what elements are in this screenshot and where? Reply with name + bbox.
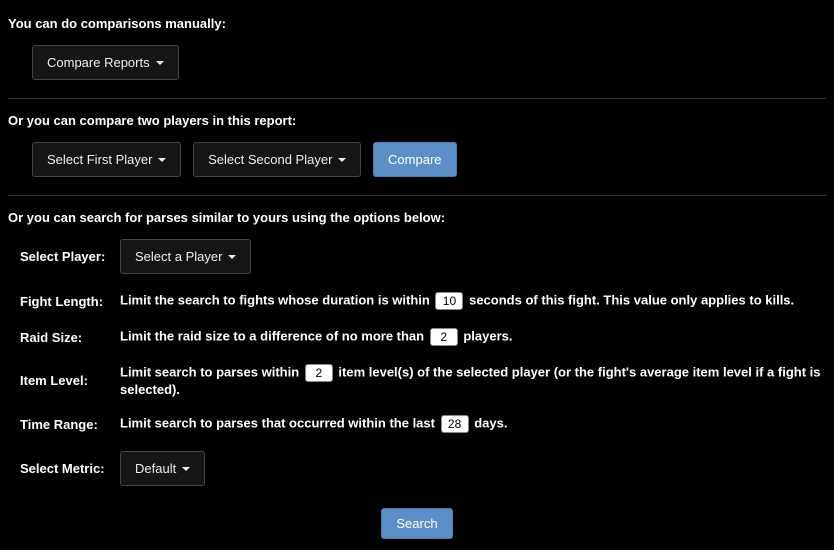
compare-players-heading: Or you can compare two players in this r… bbox=[8, 113, 826, 128]
caret-down-icon bbox=[158, 158, 166, 162]
fight-length-label: Fight Length: bbox=[20, 294, 120, 309]
fight-length-post-text: seconds of this fight. This value only a… bbox=[469, 292, 794, 307]
compare-button-label: Compare bbox=[388, 152, 441, 167]
time-range-post-text: days. bbox=[474, 415, 507, 430]
divider bbox=[8, 98, 826, 99]
select-player-button-label: Select a Player bbox=[135, 249, 222, 264]
caret-down-icon bbox=[338, 158, 346, 162]
item-level-label: Item Level: bbox=[20, 373, 120, 388]
select-metric-dropdown[interactable]: Default bbox=[120, 451, 205, 486]
raid-size-pre-text: Limit the raid size to a difference of n… bbox=[120, 328, 428, 343]
select-second-player-dropdown[interactable]: Select Second Player bbox=[193, 142, 361, 177]
fight-length-pre-text: Limit the search to fights whose duratio… bbox=[120, 292, 433, 307]
select-player-label: Select Player: bbox=[20, 249, 120, 264]
compare-reports-label: Compare Reports bbox=[47, 55, 150, 70]
divider bbox=[8, 195, 826, 196]
manual-compare-heading: You can do comparisons manually: bbox=[8, 16, 826, 31]
search-parses-heading: Or you can search for parses similar to … bbox=[8, 210, 826, 225]
caret-down-icon bbox=[156, 61, 164, 65]
compare-button[interactable]: Compare bbox=[373, 142, 456, 177]
time-range-pre-text: Limit search to parses that occurred wit… bbox=[120, 415, 439, 430]
second-player-label: Select Second Player bbox=[208, 152, 332, 167]
compare-reports-dropdown[interactable]: Compare Reports bbox=[32, 45, 179, 80]
time-range-input[interactable] bbox=[441, 415, 469, 433]
search-button-label: Search bbox=[396, 516, 437, 531]
select-metric-label: Select Metric: bbox=[20, 461, 120, 476]
select-player-dropdown[interactable]: Select a Player bbox=[120, 239, 251, 274]
time-range-label: Time Range: bbox=[20, 417, 120, 432]
raid-size-post-text: players. bbox=[463, 328, 512, 343]
select-first-player-dropdown[interactable]: Select First Player bbox=[32, 142, 181, 177]
raid-size-label: Raid Size: bbox=[20, 330, 120, 345]
select-metric-button-label: Default bbox=[135, 461, 176, 476]
raid-size-input[interactable] bbox=[430, 328, 458, 346]
fight-length-input[interactable] bbox=[435, 292, 463, 310]
first-player-label: Select First Player bbox=[47, 152, 152, 167]
item-level-pre-text: Limit search to parses within bbox=[120, 364, 303, 379]
item-level-input[interactable] bbox=[305, 364, 333, 382]
caret-down-icon bbox=[182, 467, 190, 471]
search-button[interactable]: Search bbox=[381, 508, 452, 539]
caret-down-icon bbox=[228, 255, 236, 259]
